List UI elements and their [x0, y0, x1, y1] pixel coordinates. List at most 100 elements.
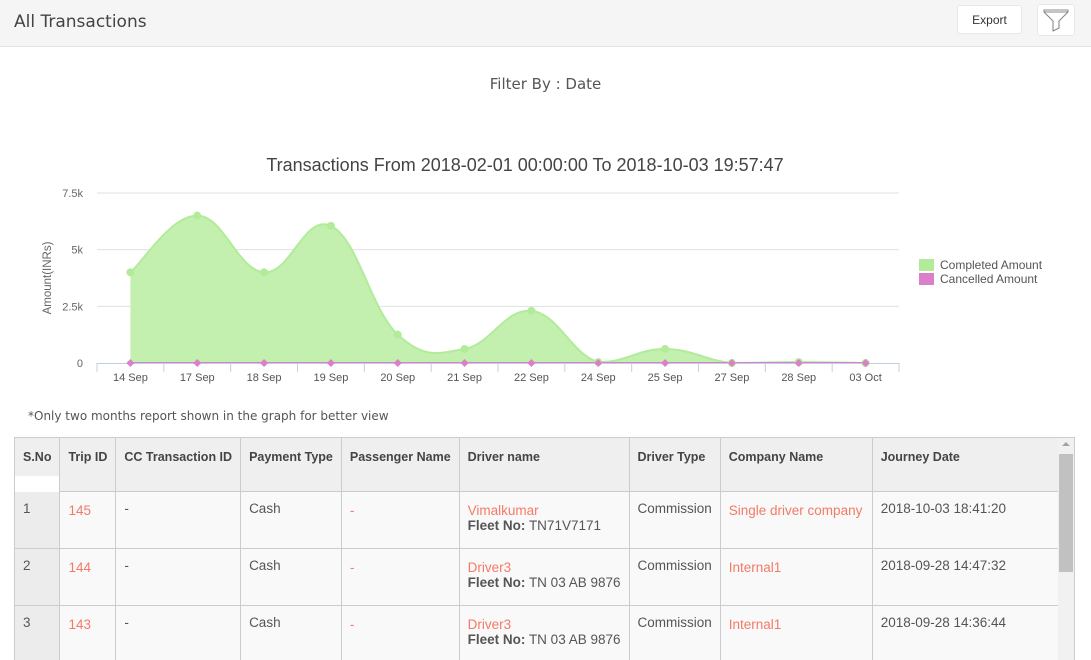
legend-item-cancelled[interactable]: Cancelled Amount: [919, 272, 1042, 286]
y-axis-label: Amount(INRs): [42, 241, 54, 314]
column-header-trip-id[interactable]: Trip ID: [59, 438, 117, 492]
data-point-completed[interactable]: [260, 268, 269, 277]
cell-trip-id: 143: [59, 605, 117, 660]
passenger-link[interactable]: -: [350, 560, 355, 575]
x-tick-label: 28 Sep: [781, 372, 816, 384]
cell-company-name: Internal1: [720, 605, 873, 660]
cell-trip-id: 145: [59, 491, 117, 549]
cell-passenger-name: -: [341, 491, 460, 549]
data-point-completed[interactable]: [661, 344, 670, 353]
filter-funnel-icon: [1043, 9, 1069, 32]
column-header-payment-type[interactable]: Payment Type: [240, 438, 342, 492]
x-tick-label: 27 Sep: [714, 372, 749, 384]
scrollbar-thumb[interactable]: [1059, 454, 1073, 572]
x-tick-label: 17 Sep: [180, 372, 215, 384]
y-tick-label: 0: [77, 358, 83, 370]
cell-payment-type: Cash: [240, 491, 342, 549]
cell-journey-date: 2018-09-28 14:47:32: [872, 548, 1074, 606]
company-link[interactable]: Internal1: [729, 617, 782, 632]
y-tick-label: 7.5k: [62, 188, 83, 200]
fleet-number: Fleet No: TN71V7171: [468, 518, 621, 533]
column-header-journey-date[interactable]: Journey Date: [872, 438, 1074, 492]
x-tick-label: 03 Oct: [849, 372, 881, 384]
column-header-passenger-name[interactable]: Passenger Name: [341, 438, 460, 492]
company-link[interactable]: Internal1: [729, 560, 782, 575]
trip-id-link[interactable]: 143: [68, 617, 91, 632]
cell-sno: 3: [15, 605, 61, 660]
page-title: All Transactions: [14, 12, 147, 32]
cell-passenger-name: -: [341, 605, 460, 660]
table-scrollbar[interactable]: [1058, 438, 1074, 660]
cell-journey-date: 2018-10-03 18:41:20: [872, 491, 1074, 549]
fleet-value: TN 03 AB 9876: [528, 631, 621, 647]
cell-sno: 1: [15, 491, 61, 549]
x-tick-label: 24 Sep: [581, 372, 616, 384]
column-header-company-name[interactable]: Company Name: [720, 438, 873, 492]
export-button[interactable]: Export: [957, 5, 1022, 34]
table-row: 1 145- Cash - Vimalkumar Fleet No: TN71V7171 C…: [15, 491, 1074, 549]
chart-title: Transactions From 2018-02-01 00:00:00 To…: [266, 155, 784, 175]
table-row: 3 143 - Cash - Driver3 Fleet No: TN 03 AB 9876…: [15, 605, 1074, 660]
cell-cc-transaction-id: -: [115, 605, 242, 660]
data-point-completed[interactable]: [326, 221, 335, 230]
driver-link[interactable]: Driver3: [468, 560, 621, 575]
chart-note: *Only two months report shown in the gra…: [28, 409, 389, 423]
fleet-label: Fleet No:: [467, 574, 526, 590]
cell-company-name: Internal1: [720, 548, 873, 606]
data-point-completed[interactable]: [193, 211, 202, 220]
y-tick-label: 5k: [71, 245, 83, 257]
legend-label-completed: Completed Amount: [940, 258, 1043, 272]
driver-link[interactable]: Vimalkumar: [468, 503, 621, 518]
column-header-sno[interactable]: S.No: [15, 438, 61, 492]
scroll-up-arrow-icon[interactable]: [1062, 442, 1070, 446]
cell-sno: 2: [15, 548, 61, 606]
column-header-label: S.No: [23, 450, 52, 464]
cell-trip-id: 144: [59, 548, 117, 606]
area-completed: [130, 215, 866, 363]
cell-passenger-name: -: [341, 548, 460, 606]
chart-legend: Completed Amount Cancelled Amount: [919, 258, 1042, 286]
fleet-number: Fleet No: TN 03 AB 9876: [468, 575, 621, 590]
cell-driver-type: Commission: [629, 548, 721, 606]
cell-payment-type: Cash: [240, 548, 342, 606]
passenger-link[interactable]: -: [350, 617, 355, 632]
y-tick-label: 2.5k: [62, 301, 83, 313]
x-tick-label: 14 Sep: [113, 372, 148, 384]
transactions-chart: 0 2.5k 5k 7.5k Amount(INRs) 14 Sep 17 Sep 18 Se…: [42, 188, 900, 384]
company-link[interactable]: Single driver company: [729, 503, 863, 518]
passenger-link[interactable]: -: [350, 503, 355, 518]
filter-button[interactable]: [1037, 4, 1075, 36]
data-point-completed[interactable]: [393, 330, 402, 339]
top-bar: All Transactions Export: [0, 0, 1091, 47]
fleet-value: TN71V7171: [528, 517, 601, 533]
data-point-completed[interactable]: [126, 268, 135, 277]
cell-company-name: Single driver company: [720, 491, 873, 549]
table-row: 2 144 - Cash - Driver3 Fleet No: TN 03 AB 9876…: [15, 548, 1074, 606]
driver-link[interactable]: Driver3: [468, 617, 621, 632]
trip-id-link[interactable]: 145: [68, 503, 91, 518]
x-tick-label: 20 Sep: [380, 372, 415, 384]
fleet-label: Fleet No:: [467, 517, 526, 533]
filter-by-label: Filter By : Date: [489, 75, 602, 93]
fleet-number: Fleet No: TN 03 AB 9876: [468, 632, 621, 647]
fleet-value: TN 03 AB 9876: [528, 574, 621, 590]
cell-cc-transaction-id: -: [115, 491, 242, 549]
header-spacer: [15, 475, 60, 492]
legend-item-completed[interactable]: Completed Amount: [919, 258, 1042, 272]
data-point-completed[interactable]: [527, 306, 536, 315]
column-header-driver-type[interactable]: Driver Type: [629, 438, 721, 492]
column-header-cc-transaction-id[interactable]: CC Transaction ID: [115, 438, 242, 492]
data-point-completed[interactable]: [460, 344, 469, 353]
x-tick-label: 18 Sep: [247, 372, 282, 384]
cell-driver-name: Vimalkumar Fleet No: TN71V7171: [459, 491, 630, 549]
trip-id-link[interactable]: 144: [68, 560, 91, 575]
cell-payment-type: Cash: [240, 605, 342, 660]
legend-swatch-cancelled: [919, 273, 934, 285]
cell-driver-name: Driver3 Fleet No: TN 03 AB 9876: [459, 605, 630, 660]
table-header-row: S.No Trip ID CC Transaction ID Payment T…: [15, 438, 1074, 492]
column-header-driver-name[interactable]: Driver name: [459, 438, 630, 492]
cell-driver-name: Driver3 Fleet No: TN 03 AB 9876: [459, 548, 630, 606]
cell-cc-transaction-id: -: [115, 548, 242, 606]
x-tick-label: 19 Sep: [313, 372, 348, 384]
cell-journey-date: 2018-09-28 14:36:44: [872, 605, 1074, 660]
